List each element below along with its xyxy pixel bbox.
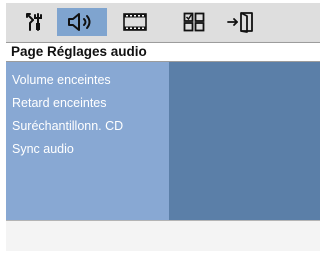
status-bar: [6, 220, 320, 251]
submenu-panel: [169, 62, 320, 220]
video-film-icon[interactable]: [119, 8, 151, 36]
menu-item-retard-enceintes[interactable]: Retard enceintes: [12, 95, 107, 111]
page-title: Page Réglages audio: [11, 44, 147, 59]
page-title-bar: Page Réglages audio: [6, 42, 320, 62]
exit-door-icon[interactable]: [223, 8, 259, 36]
preferences-grid-icon[interactable]: [178, 8, 210, 36]
settings-tools-icon[interactable]: [19, 8, 51, 36]
setup-toolbar: [6, 3, 320, 41]
menu-item-sync-audio[interactable]: Sync audio: [12, 141, 74, 157]
menu-item-surechantillonnage-cd[interactable]: Suréchantillonn. CD: [12, 118, 123, 134]
audio-settings-menu: Volume enceintes Retard enceintes Suréch…: [6, 62, 169, 220]
speaker-audio-icon[interactable]: [57, 8, 107, 36]
setup-menu-screen: Page Réglages audio Volume enceintes Ret…: [6, 3, 320, 251]
menu-item-volume-enceintes[interactable]: Volume enceintes: [12, 72, 111, 88]
